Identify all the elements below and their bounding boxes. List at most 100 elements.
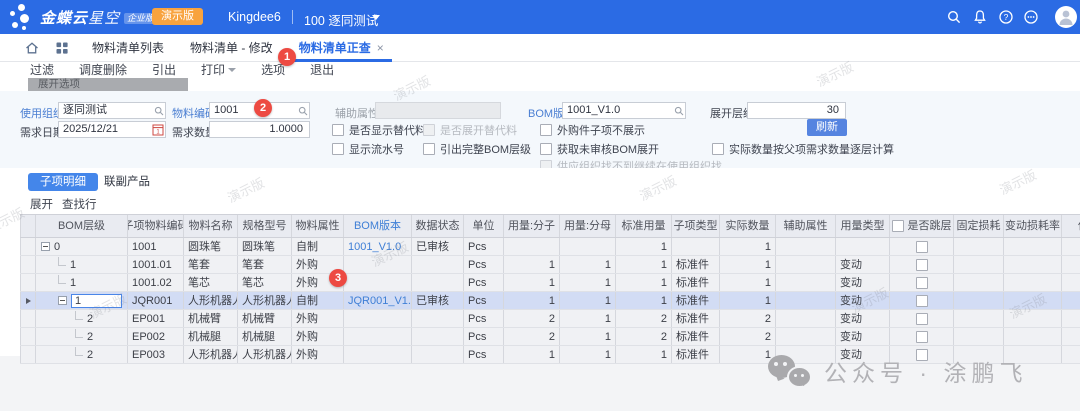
demand-qty-input[interactable]: 1.0000 (209, 121, 310, 138)
cell-spec: 圆珠笔 (238, 238, 292, 255)
tab-co-products[interactable]: 联副产品 (92, 173, 162, 191)
checkbox-icon[interactable] (916, 313, 928, 325)
bom-level-cell[interactable]: 1 (36, 292, 128, 309)
bom-level-cell[interactable]: 2 (36, 328, 128, 345)
avatar[interactable] (1055, 6, 1077, 28)
bom-level-cell[interactable]: 0 (36, 238, 128, 255)
table-row[interactable]: 2EP001机械臂机械臂外购Pcs212标准件2变动 (20, 310, 1080, 328)
cell-std-qty: 1 (616, 292, 672, 309)
use-org-input[interactable]: 逐同测试 (58, 102, 166, 119)
cell-std-qty: 2 (616, 310, 672, 327)
checkbox-unaudited-bom[interactable]: 获取未审核BOM展开 (540, 141, 659, 157)
level-text: 2 (87, 347, 93, 363)
checkbox-icon[interactable] (332, 143, 344, 155)
assistant-icon[interactable] (1023, 9, 1039, 25)
cell-actual-qty: 2 (720, 310, 776, 327)
filter-panel: 使用组织 逐同测试 物料编码 1001 辅助属性 BOM版本 1001_V1.0… (0, 91, 1080, 169)
bom-level-cell[interactable]: 2 (36, 346, 128, 363)
table-row[interactable]: 11001.02笔芯笔芯外购Pcs111标准件1变动 (20, 274, 1080, 292)
clipped-cell (1062, 310, 1080, 327)
collapse-minus-icon[interactable] (58, 296, 67, 305)
cell-sub-type: 标准件 (672, 274, 720, 291)
tab-bom-modify[interactable]: 物料清单 - 修改 (182, 34, 281, 61)
focused-level-cell[interactable]: 1 (71, 294, 122, 308)
search-icon[interactable] (154, 106, 164, 116)
expand-button[interactable]: 展开 (30, 196, 53, 212)
bom-version-input[interactable]: 1001_V1.0 (562, 102, 686, 119)
cell-actual-qty: 1 (720, 292, 776, 309)
search-icon[interactable] (298, 106, 308, 116)
demand-date-input[interactable]: 2025/12/21 (58, 121, 166, 138)
checkbox-actual-qty-by-parent[interactable]: 实际数量按父项需求数量逐层计算 (712, 141, 894, 157)
checkbox-export-full-bom[interactable]: 引出完整BOM层级 (423, 141, 531, 157)
print-button[interactable]: 打印 (201, 61, 236, 77)
apps-grid-icon[interactable] (54, 40, 70, 56)
skip-level-cell[interactable] (890, 274, 954, 291)
skip-level-cell[interactable] (890, 310, 954, 327)
search-icon[interactable] (674, 106, 684, 116)
table-row[interactable]: 11001.01笔套笔套外购Pcs111标准件1变动 (20, 256, 1080, 274)
grid-header-cell: 物料名称 (184, 215, 238, 237)
collapse-minus-icon[interactable] (41, 242, 50, 251)
bom-level-cell[interactable]: 2 (36, 310, 128, 327)
search-icon[interactable] (946, 9, 962, 25)
refresh-button[interactable]: 刷新 (807, 119, 847, 136)
checkbox-icon[interactable] (916, 295, 928, 307)
cell-spec: 人形机器人电机 (238, 346, 292, 363)
checkbox-icon[interactable] (892, 220, 904, 232)
calendar-icon[interactable]: 1 (152, 123, 164, 136)
org-selector[interactable]: 100 逐同测试 (304, 10, 378, 29)
filter-button[interactable]: 过滤 (30, 61, 54, 77)
find-row-button[interactable]: 查找行 (62, 196, 97, 212)
expand-options-tab[interactable]: 展开选项 (28, 78, 188, 91)
close-icon[interactable]: × (377, 41, 384, 55)
cell-denominator (560, 238, 616, 255)
notification-bell-icon[interactable] (972, 9, 988, 25)
grid-header-cell[interactable]: 是否跳层 (890, 215, 954, 237)
cell-unit: Pcs (464, 328, 504, 345)
cell-attr: 外购 (292, 328, 344, 345)
level-text: 2 (87, 329, 93, 345)
cell-name: 人形机器人 (184, 292, 238, 309)
checkbox-hide-purchased-children[interactable]: 外购件子项不展示 (540, 122, 645, 138)
tab-bom-list[interactable]: 物料清单列表 (84, 34, 172, 61)
table-row[interactable]: 01001圆珠笔圆珠笔自制1001_V1.0已审核Pcs11 (20, 238, 1080, 256)
checkbox-icon[interactable] (423, 143, 435, 155)
clipped-cell (1062, 328, 1080, 345)
chevron-down-icon[interactable] (372, 15, 380, 20)
skip-level-cell[interactable] (890, 328, 954, 345)
cell-status: 已审核 (412, 238, 464, 255)
checkbox-icon[interactable] (916, 241, 928, 253)
cell-status (412, 274, 464, 291)
checkbox-show-serial[interactable]: 显示流水号 (332, 141, 404, 157)
skip-level-cell[interactable] (890, 292, 954, 309)
checkbox-icon[interactable] (916, 277, 928, 289)
export-button[interactable]: 引出 (152, 61, 176, 77)
bom-level-cell[interactable]: 1 (36, 274, 128, 291)
svg-text:?: ? (1004, 12, 1009, 22)
tab-child-detail[interactable]: 子项明细 (28, 173, 98, 191)
skip-level-cell[interactable] (890, 256, 954, 273)
bom-level-cell[interactable]: 1 (36, 256, 128, 273)
skip-level-cell[interactable] (890, 238, 954, 255)
schedule-delete-button[interactable]: 调度删除 (79, 61, 127, 77)
checkbox-icon[interactable] (916, 331, 928, 343)
checkbox-icon[interactable] (712, 143, 724, 155)
account-name[interactable]: Kingdee6 (228, 10, 281, 24)
tab-bom-forward-query[interactable]: 物料清单正查 × (291, 34, 392, 61)
cell-qty-type: 变动 (836, 292, 890, 309)
exit-button[interactable]: 退出 (310, 61, 334, 77)
table-row[interactable]: 1JQR001人形机器人人形机器人自制JQR001_V1.0已审核Pcs111标… (20, 292, 1080, 310)
checkbox-icon[interactable] (540, 143, 552, 155)
help-icon[interactable]: ? (998, 9, 1014, 25)
cell-qty-type: 变动 (836, 256, 890, 273)
checkbox-icon[interactable] (916, 259, 928, 271)
expand-level-input[interactable]: 30 (747, 102, 846, 119)
checkbox-show-substitute[interactable]: 是否显示替代料 (332, 122, 426, 138)
checkbox-icon[interactable] (540, 124, 552, 136)
grid-header-cell: 规格型号 (238, 215, 292, 237)
home-icon[interactable] (24, 40, 40, 56)
cell-sub-type: 标准件 (672, 346, 720, 363)
table-row[interactable]: 2EP002机械腿机械腿外购Pcs212标准件2变动 (20, 328, 1080, 346)
checkbox-icon[interactable] (332, 124, 344, 136)
